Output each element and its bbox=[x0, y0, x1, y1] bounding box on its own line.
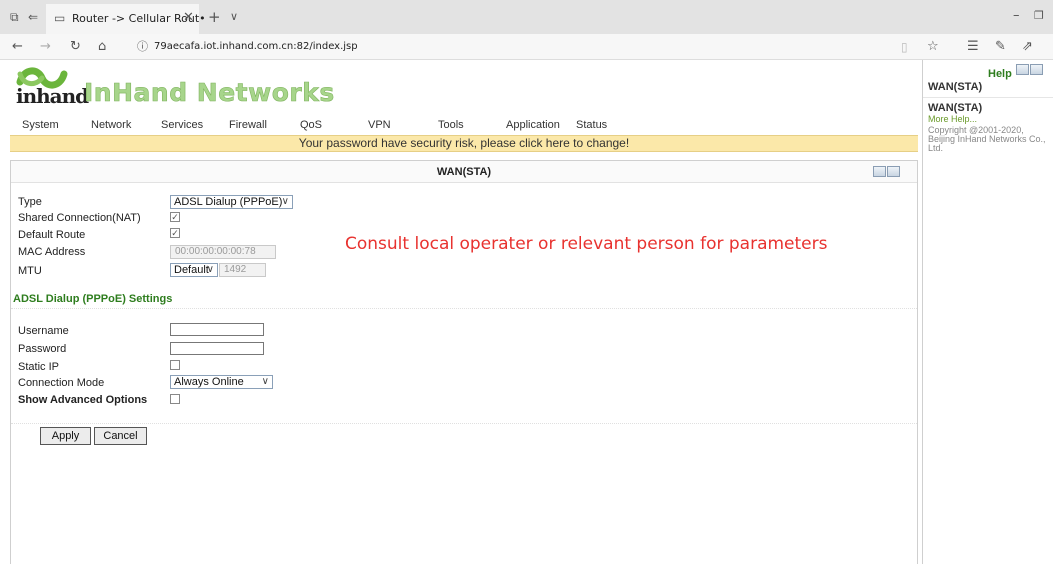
advanced-options-label: Show Advanced Options bbox=[18, 394, 148, 406]
panel-minimize-icon[interactable] bbox=[873, 166, 886, 177]
connection-mode-select[interactable]: Always Online ∨ bbox=[170, 375, 273, 389]
static-ip-checkbox[interactable] bbox=[170, 360, 180, 370]
menu-tools[interactable]: Tools bbox=[438, 119, 464, 131]
help-minimize-icon[interactable] bbox=[1016, 64, 1029, 75]
mtu-mode-value: Default bbox=[174, 264, 209, 276]
browser-tab-bar: ⧉ ⇐ ▭ Router -> Cellular Rout• ✕ + ∨ – ❐ bbox=[0, 0, 1053, 34]
panel-maximize-icon[interactable] bbox=[887, 166, 900, 177]
username-label: Username bbox=[18, 325, 69, 337]
chevron-down-icon: ∨ bbox=[281, 196, 289, 207]
mtu-label: MTU bbox=[18, 265, 42, 277]
divider bbox=[11, 423, 917, 424]
page-icon: ▭ bbox=[54, 11, 66, 25]
brand-title: InHand Networks bbox=[84, 78, 335, 108]
chevron-down-icon: ∨ bbox=[206, 264, 214, 275]
connection-mode-label: Connection Mode bbox=[18, 377, 105, 389]
username-input[interactable] bbox=[170, 323, 264, 336]
reading-view-icon[interactable]: ▯ bbox=[901, 40, 908, 54]
new-tab-icon[interactable]: + bbox=[208, 10, 221, 25]
pen-icon[interactable]: ✎ bbox=[995, 40, 1006, 54]
url-field[interactable]: 79aecafa.iot.inhand.com.cn:82/index.jsp bbox=[154, 41, 358, 52]
help-maximize-icon[interactable] bbox=[1030, 64, 1043, 75]
type-select-value: ADSL Dialup (PPPoE) bbox=[174, 196, 283, 208]
back-icon[interactable]: ← bbox=[12, 40, 23, 54]
menu-services[interactable]: Services bbox=[161, 119, 203, 131]
wan-panel: WAN(STA) Type ADSL Dialup (PPPoE) ∨ Shar… bbox=[10, 160, 918, 564]
type-label: Type bbox=[18, 196, 42, 208]
help-panel: Help WAN(STA) WAN(STA) More Help... Copy… bbox=[922, 60, 1053, 564]
logo-wordmark: inhand bbox=[16, 84, 89, 108]
minimize-icon[interactable]: – bbox=[1013, 9, 1020, 23]
tab-preview-icon[interactable]: ⇐ bbox=[28, 10, 38, 24]
help-subheading: WAN(STA) bbox=[928, 102, 983, 114]
home-icon[interactable]: ⌂ bbox=[98, 40, 106, 54]
nat-label: Shared Connection(NAT) bbox=[18, 212, 141, 224]
mac-field: 00:00:00:00:00:78 bbox=[170, 245, 276, 259]
menu-qos[interactable]: QoS bbox=[300, 119, 322, 131]
divider bbox=[923, 97, 1053, 98]
refresh-icon[interactable]: ↻ bbox=[70, 40, 81, 54]
chevron-down-icon: ∨ bbox=[261, 376, 269, 387]
help-title: Help bbox=[988, 68, 1012, 80]
close-tab-icon[interactable]: ✕ bbox=[183, 11, 194, 25]
nat-checkbox[interactable]: ✓ bbox=[170, 212, 180, 222]
menu-status[interactable]: Status bbox=[576, 119, 607, 131]
type-select[interactable]: ADSL Dialup (PPPoE) ∨ bbox=[170, 195, 293, 209]
menu-application[interactable]: Application bbox=[506, 119, 560, 131]
help-copyright: Copyright @2001-2020, Beijing InHand Net… bbox=[928, 125, 1046, 153]
annotation-note: Consult local operater or relevant perso… bbox=[345, 234, 828, 254]
password-input[interactable] bbox=[170, 342, 264, 355]
main-menu: System Network Services Firewall QoS VPN… bbox=[10, 117, 918, 135]
tab-list-chevron-icon[interactable]: ∨ bbox=[230, 10, 238, 24]
browser-tab[interactable]: ▭ Router -> Cellular Rout• ✕ bbox=[46, 4, 206, 34]
mtu-mode-select[interactable]: Default ∨ bbox=[170, 263, 218, 277]
divider bbox=[11, 308, 917, 309]
menu-network[interactable]: Network bbox=[91, 119, 131, 131]
forward-icon[interactable]: → bbox=[40, 40, 51, 54]
more-help-link[interactable]: More Help... bbox=[928, 114, 977, 124]
advanced-options-checkbox[interactable] bbox=[170, 394, 180, 404]
share-icon[interactable]: ⇗ bbox=[1022, 40, 1033, 54]
static-ip-label: Static IP bbox=[18, 361, 59, 373]
cancel-button[interactable]: Cancel bbox=[94, 427, 147, 445]
address-bar: ← → ↻ ⌂ ⓘ 79aecafa.iot.inhand.com.cn:82/… bbox=[0, 34, 1053, 60]
menu-vpn[interactable]: VPN bbox=[368, 119, 391, 131]
panel-title: WAN(STA) bbox=[11, 161, 917, 183]
menu-firewall[interactable]: Firewall bbox=[229, 119, 267, 131]
adsl-section-title: ADSL Dialup (PPPoE) Settings bbox=[13, 293, 173, 305]
restore-icon[interactable]: ❐ bbox=[1034, 9, 1044, 23]
mac-label: MAC Address bbox=[18, 246, 86, 258]
help-heading: WAN(STA) bbox=[928, 81, 983, 93]
favorites-bar-icon[interactable]: ☰ bbox=[967, 40, 979, 54]
password-warning-banner[interactable]: Your password have security risk, please… bbox=[10, 135, 918, 152]
connection-mode-value: Always Online bbox=[174, 376, 244, 388]
favorite-star-icon[interactable]: ☆ bbox=[927, 40, 939, 54]
default-route-label: Default Route bbox=[18, 229, 86, 241]
tab-actions-icon[interactable]: ⧉ bbox=[10, 10, 19, 24]
password-label: Password bbox=[18, 343, 67, 355]
menu-system[interactable]: System bbox=[22, 119, 59, 131]
apply-button[interactable]: Apply bbox=[40, 427, 91, 445]
default-route-checkbox[interactable]: ✓ bbox=[170, 228, 180, 238]
info-icon[interactable]: ⓘ bbox=[137, 40, 148, 54]
mtu-field: 1492 bbox=[219, 263, 266, 277]
